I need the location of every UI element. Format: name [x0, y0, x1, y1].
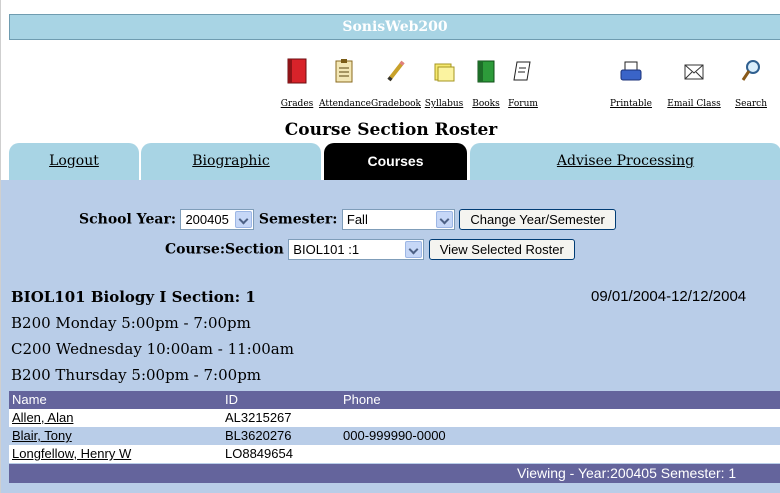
table-row: Allen, Alan AL3215267	[9, 409, 780, 427]
toolbar: Grades Attendance Gradebook Syllabus Boo…	[1, 54, 780, 118]
roster-table-header: Name ID Phone	[9, 391, 780, 409]
page-title: Course Section Roster	[284, 120, 498, 140]
printer-icon	[620, 61, 642, 81]
app-title: SonisWeb200	[342, 19, 448, 35]
course-section-select[interactable]: BIOL101 :1	[288, 239, 425, 260]
school-year-label: School Year:	[79, 211, 176, 228]
schedule-line: B200 Thursday 5:00pm - 7:00pm	[11, 366, 262, 384]
toolbar-books-label: Books	[472, 99, 500, 109]
view-selected-roster-button[interactable]: View Selected Roster	[428, 239, 575, 260]
title-bar: SonisWeb200	[9, 14, 780, 40]
toolbar-printable[interactable]: Printable	[605, 54, 657, 118]
toolbar-grades-label: Grades	[280, 99, 314, 109]
tab-bar: Logout Biographic Courses Advisee Proces…	[1, 143, 780, 180]
magnifier-icon	[741, 60, 760, 81]
status-footer: Viewing - Year:200405 Semester: 1	[9, 464, 780, 483]
schedule-line: C200 Wednesday 10:00am - 11:00am	[11, 340, 294, 358]
semester-value: Fall	[346, 212, 368, 227]
toolbar-printable-label: Printable	[610, 99, 652, 109]
attendance-clipboard-icon	[335, 59, 353, 83]
student-name-link[interactable]: Longfellow, Henry W	[12, 445, 131, 463]
student-name-link[interactable]: Blair, Tony	[12, 427, 72, 445]
tab-advisee-processing[interactable]: Advisee Processing	[470, 143, 780, 180]
student-phone: 000-999990-0000	[343, 428, 446, 443]
table-row: Blair, Tony BL3620276 000-999990-0000	[9, 427, 780, 445]
student-id: AL3215267	[225, 410, 292, 425]
course-section-label: Course:Section	[165, 241, 284, 258]
toolbar-search-label: Search	[735, 99, 767, 109]
chevron-down-icon	[435, 211, 453, 228]
toolbar-gradebook-label: Gradebook	[371, 99, 421, 109]
year-semester-row: School Year: 200405 Semester: Fall Chang…	[79, 209, 616, 230]
semester-label: Semester:	[258, 211, 338, 228]
table-row: Longfellow, Henry W LO8849654	[9, 445, 780, 463]
toolbar-email-class-label: Email Class	[667, 99, 721, 109]
course-title: BIOL101 Biology I Section: 1	[11, 288, 256, 306]
tab-advisee-processing-label: Advisee Processing	[556, 153, 695, 169]
tab-courses-label: Courses	[367, 153, 424, 169]
envelope-icon	[684, 64, 704, 80]
grades-book-icon	[287, 58, 307, 84]
schedule-line: B200 Monday 5:00pm - 7:00pm	[11, 314, 251, 332]
date-range: 09/01/2004-12/12/2004	[591, 288, 747, 305]
toolbar-forum[interactable]: Forum	[505, 54, 541, 118]
toolbar-attendance-label: Attendance	[319, 99, 371, 109]
semester-select[interactable]: Fall	[341, 209, 455, 230]
tab-biographic-label: Biographic	[192, 153, 270, 169]
toolbar-attendance[interactable]: Attendance	[319, 54, 371, 118]
header-phone: Phone	[343, 392, 381, 407]
toolbar-grades[interactable]: Grades	[276, 54, 318, 118]
app-window: SonisWeb200 Grades Attendance Gradebook …	[0, 0, 780, 493]
change-year-semester-button[interactable]: Change Year/Semester	[459, 209, 616, 230]
toolbar-syllabus[interactable]: Syllabus	[423, 54, 465, 118]
school-year-select[interactable]: 200405	[180, 209, 255, 230]
course-section-value: BIOL101 :1	[293, 242, 360, 257]
toolbar-gradebook[interactable]: Gradebook	[371, 54, 421, 118]
forum-icon	[513, 61, 531, 81]
viewing-status: Viewing - Year:200405 Semester: 1	[517, 465, 737, 481]
toolbar-books[interactable]: Books	[467, 54, 505, 118]
student-name-link[interactable]: Allen, Alan	[12, 409, 73, 427]
syllabus-notes-icon	[434, 63, 455, 82]
gradebook-pencil-icon	[387, 60, 405, 82]
roster-panel: School Year: 200405 Semester: Fall Chang…	[1, 180, 780, 493]
tab-logout-label: Logout	[49, 153, 99, 169]
toolbar-email-class[interactable]: Email Class	[661, 54, 727, 118]
books-icon	[477, 60, 495, 83]
header-id: ID	[225, 392, 238, 407]
tab-logout[interactable]: Logout	[9, 143, 139, 180]
course-section-row: Course:Section BIOL101 :1 View Selected …	[165, 239, 575, 260]
toolbar-search[interactable]: Search	[729, 54, 773, 118]
school-year-value: 200405	[185, 212, 229, 227]
header-name: Name	[12, 392, 47, 407]
chevron-down-icon	[235, 211, 253, 228]
tab-courses[interactable]: Courses	[324, 143, 467, 180]
student-id: LO8849654	[225, 446, 293, 461]
chevron-down-icon	[405, 241, 423, 258]
tab-biographic[interactable]: Biographic	[141, 143, 321, 180]
toolbar-forum-label: Forum	[508, 99, 538, 109]
student-id: BL3620276	[225, 428, 292, 443]
toolbar-syllabus-label: Syllabus	[424, 99, 464, 109]
